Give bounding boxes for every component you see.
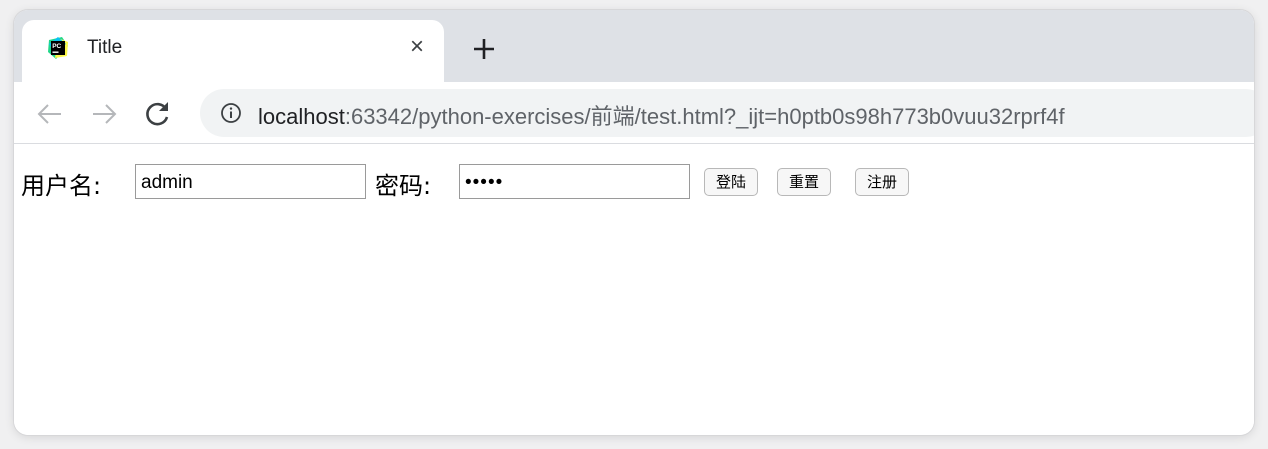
page-content: 用户名: admin 密码: ••••• 登陆 重置 注册: [14, 144, 1254, 435]
register-button[interactable]: 注册: [855, 168, 910, 196]
browser-toolbar: localhost:63342/python-exercises/前端/test…: [14, 82, 1254, 144]
tab-title: Title: [87, 37, 123, 58]
reset-button[interactable]: 重置: [777, 168, 832, 196]
login-button[interactable]: 登陆: [704, 168, 759, 196]
browser-window: PC Title × localhost:63342/python-exerci…: [14, 10, 1254, 435]
tab-strip: PC Title ×: [14, 10, 1254, 82]
password-input[interactable]: •••••: [459, 164, 690, 199]
back-arrow-icon[interactable]: [34, 98, 66, 130]
url-host: localhost: [258, 104, 345, 129]
browser-tab[interactable]: PC Title ×: [22, 20, 444, 82]
pycharm-favicon-icon: PC: [48, 37, 68, 59]
forward-arrow-icon[interactable]: [88, 98, 120, 130]
reload-icon[interactable]: [142, 98, 174, 130]
new-tab-plus-icon[interactable]: [469, 34, 499, 64]
url-text[interactable]: localhost:63342/python-exercises/前端/test…: [258, 99, 1065, 131]
tab-close-icon[interactable]: ×: [404, 32, 430, 62]
url-path: :63342/python-exercises/前端/test.html?_ij…: [344, 104, 1065, 129]
username-label: 用户名:: [21, 172, 102, 200]
svg-text:PC: PC: [52, 43, 61, 50]
address-bar[interactable]: localhost:63342/python-exercises/前端/test…: [200, 89, 1254, 137]
password-label: 密码:: [375, 172, 432, 200]
username-input[interactable]: admin: [135, 164, 366, 199]
site-info-icon[interactable]: [220, 102, 242, 124]
